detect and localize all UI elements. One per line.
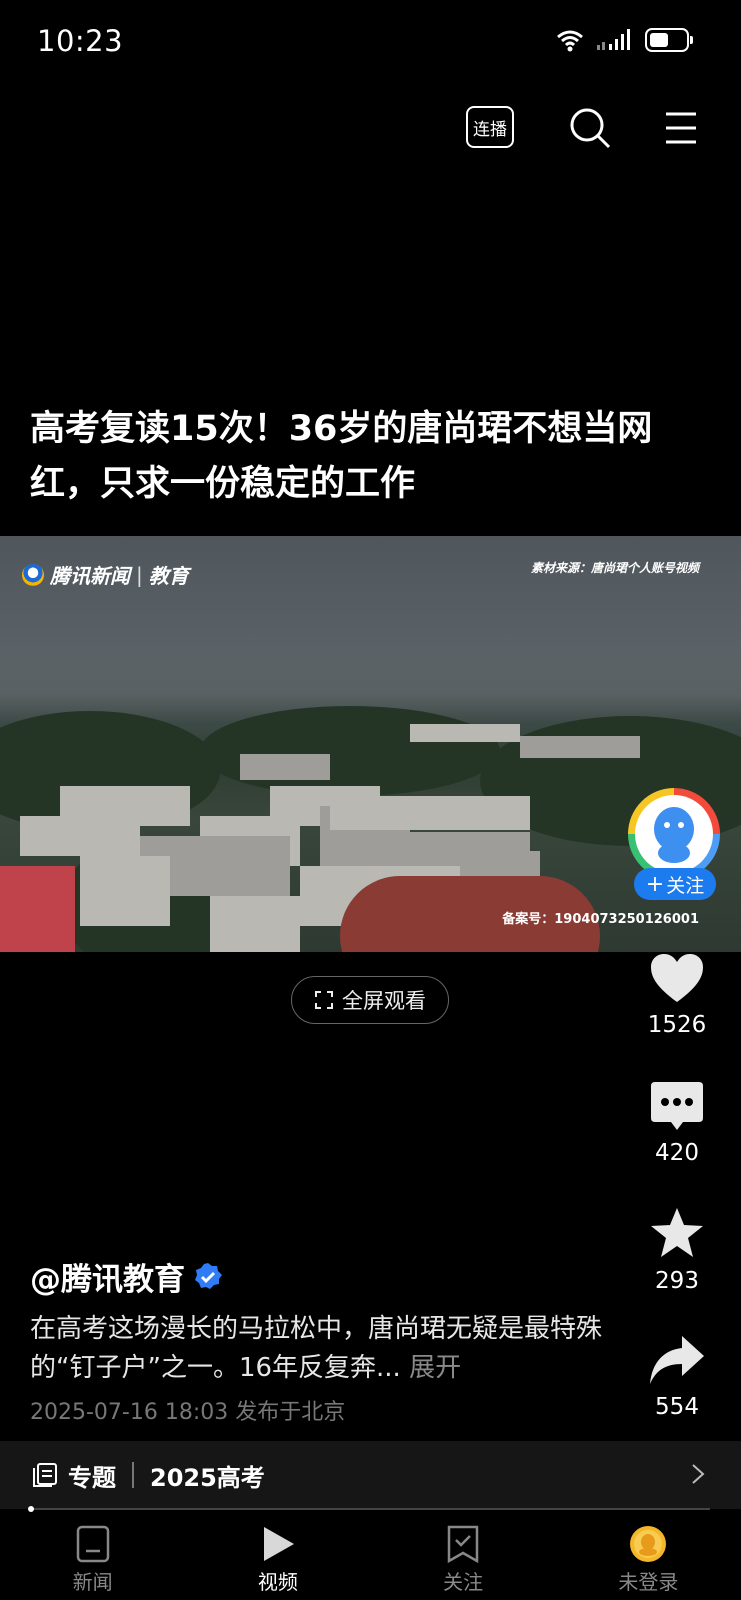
post-description-text: 在高考这场漫长的马拉松中，唐尚珺无疑是最特殊的“钉子户”之一。16年反复奔... xyxy=(30,1314,603,1383)
penguin-avatar-icon xyxy=(654,807,694,863)
follow-button[interactable]: + 关注 xyxy=(634,868,716,900)
share-arrow-icon xyxy=(650,1336,704,1384)
battery-icon xyxy=(645,28,693,52)
video-play-icon xyxy=(263,1527,294,1561)
video-title: 高考复读15次！36岁的唐尚珺不想当网红，只求一份稳定的工作 xyxy=(30,409,653,504)
verified-badge-icon xyxy=(195,1262,222,1289)
favorite-button[interactable]: 293 xyxy=(637,1206,717,1294)
post-description: 在高考这场漫长的马拉松中，唐尚珺无疑是最特殊的“钉子户”之一。16年反复奔...… xyxy=(30,1310,610,1388)
autoplay-toggle-button[interactable]: 连播 xyxy=(466,106,514,148)
comment-icon xyxy=(651,1082,703,1130)
chevron-right-icon xyxy=(692,1464,705,1484)
nav-label-news: 新闻 xyxy=(72,1570,113,1594)
heart-icon xyxy=(651,954,703,1002)
topic-title: 2025高考 xyxy=(150,1463,265,1492)
news-icon xyxy=(76,1525,109,1563)
favorite-count: 293 xyxy=(655,1268,699,1294)
author-avatar[interactable] xyxy=(628,788,720,880)
nav-item-news[interactable]: 新闻 xyxy=(0,1514,185,1600)
video-record-number: 备案号：1904073250126001 xyxy=(502,912,699,927)
watermark-channel: 教育 xyxy=(148,564,189,588)
author-name[interactable]: @腾讯教育 xyxy=(30,1254,223,1299)
fullscreen-button[interactable]: 全屏观看 xyxy=(291,976,449,1024)
follow-bookmark-icon xyxy=(447,1525,479,1564)
follow-label: 关注 xyxy=(666,874,705,897)
watermark-brand: 腾讯新闻 xyxy=(50,564,130,588)
nav-item-video[interactable]: 视频 xyxy=(185,1514,370,1600)
status-time: 10:23 xyxy=(37,24,124,58)
star-icon xyxy=(651,1208,703,1257)
author-name-text: @腾讯教育 xyxy=(30,1262,185,1298)
share-count: 554 xyxy=(655,1394,699,1420)
post-meta: 2025-07-16 18:03 发布于北京 xyxy=(30,1400,346,1425)
topic-bar[interactable]: 专题 2025高考 xyxy=(0,1441,741,1509)
menu-icon[interactable] xyxy=(664,110,698,146)
comment-count: 420 xyxy=(655,1140,699,1166)
user-avatar-icon xyxy=(630,1526,667,1562)
comment-button[interactable]: 420 xyxy=(637,1080,717,1166)
topic-document-icon xyxy=(33,1463,57,1487)
nav-label-video: 视频 xyxy=(257,1570,298,1594)
topic-label: 专题 xyxy=(68,1463,116,1492)
wifi-icon xyxy=(557,30,583,52)
search-icon[interactable] xyxy=(568,106,612,150)
status-icons xyxy=(555,28,693,52)
video-source-note: 素材来源：唐尚珺个人账号视频 xyxy=(530,561,699,575)
fullscreen-label: 全屏观看 xyxy=(342,989,426,1013)
watermark-divider: | xyxy=(136,562,143,587)
fullscreen-icon xyxy=(315,991,333,1009)
video-progress-bar[interactable] xyxy=(30,1508,710,1510)
signal-icon xyxy=(597,29,630,50)
nav-item-profile[interactable]: 未登录 xyxy=(556,1514,741,1600)
video-player[interactable] xyxy=(0,536,741,952)
nav-label-profile: 未登录 xyxy=(618,1570,679,1594)
share-button[interactable]: 554 xyxy=(637,1334,717,1420)
expand-link[interactable]: 展开 xyxy=(409,1353,461,1383)
plus-icon: + xyxy=(645,871,665,897)
nav-item-follow[interactable]: 关注 xyxy=(371,1514,556,1600)
tencent-news-logo-icon xyxy=(22,563,44,586)
video-watermark: 腾讯新闻 | 教育 xyxy=(22,560,189,589)
topic-divider xyxy=(132,1462,134,1488)
like-button[interactable]: 1526 xyxy=(637,952,717,1038)
video-progress-handle[interactable] xyxy=(28,1506,34,1512)
bottom-navigation: 新闻 视频 关注 未登录 xyxy=(0,1514,741,1600)
like-count: 1526 xyxy=(647,1012,707,1038)
autoplay-label: 连播 xyxy=(473,119,507,140)
nav-label-follow: 关注 xyxy=(443,1570,484,1594)
